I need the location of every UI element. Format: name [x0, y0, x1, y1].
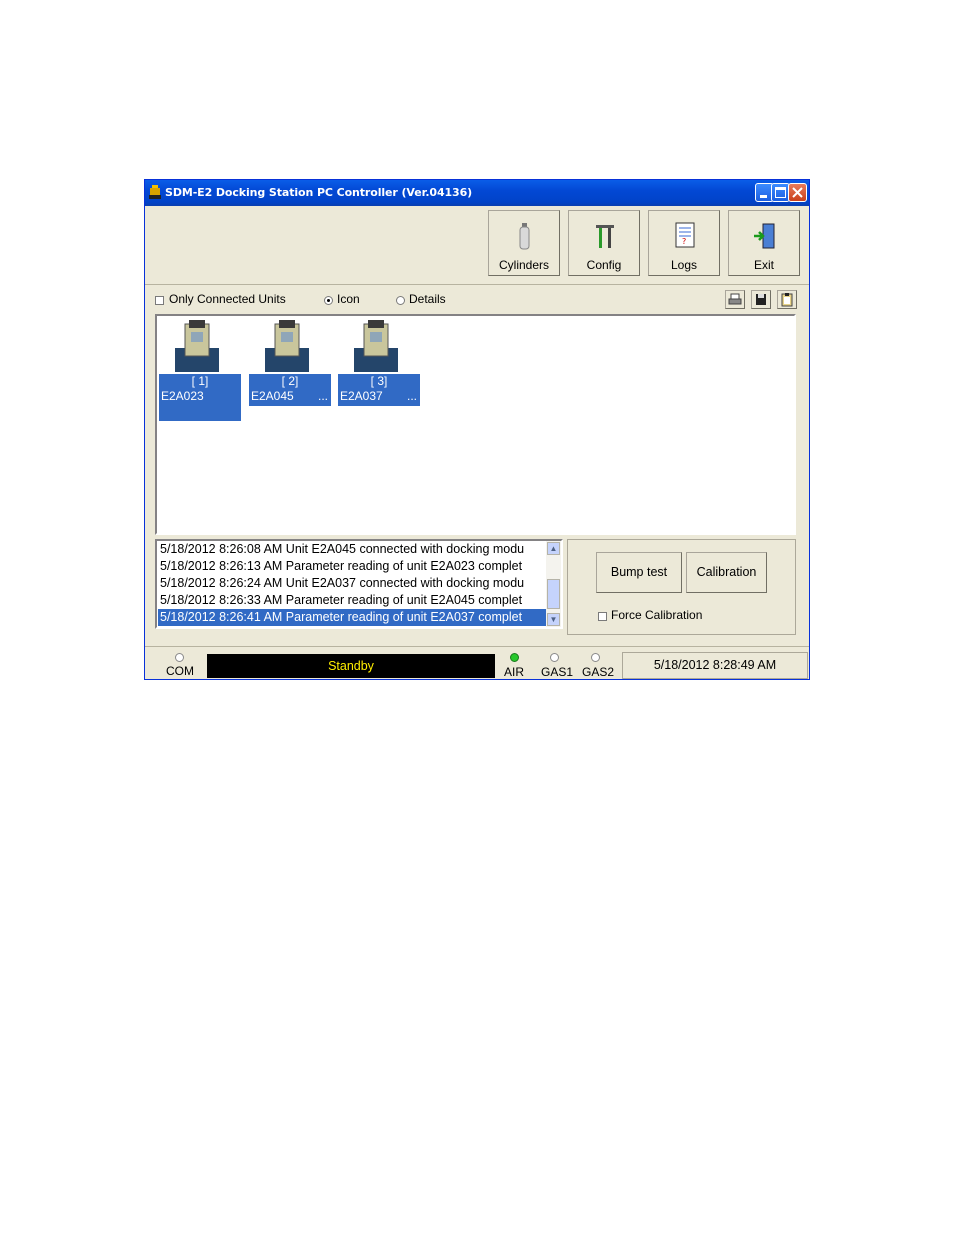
- unit-index: [ 2]: [281, 374, 299, 388]
- gas1-indicator-icon: [550, 653, 559, 662]
- exit-door-icon: [754, 223, 775, 249]
- status-bar: COM Standby AIR GAS1 GAS2 5/18/2012 8:28…: [145, 646, 809, 680]
- log-scrollbar[interactable]: ▲ ▼: [546, 541, 561, 627]
- docking-module-icon: [175, 320, 219, 372]
- svg-text:?: ?: [682, 237, 686, 246]
- save-button[interactable]: [751, 290, 771, 309]
- scroll-down-icon[interactable]: ▼: [547, 613, 560, 626]
- maximize-icon: [775, 187, 786, 198]
- logs-label: Logs: [670, 258, 698, 272]
- printer-icon: [728, 293, 742, 305]
- units-list[interactable]: [ 1] E2A023 [ 2] E2A045 ... [3] E2A037 …: [155, 314, 796, 535]
- tools-icon: [596, 225, 614, 248]
- scroll-up-icon[interactable]: ▲: [547, 542, 560, 555]
- app-icon: [149, 185, 161, 199]
- scroll-thumb[interactable]: [547, 579, 560, 609]
- bump-test-button[interactable]: Bump test: [596, 552, 682, 593]
- unit-name-row: E2A045 ...: [249, 389, 331, 404]
- log-line-selected[interactable]: 5/18/2012 8:26:41 AM Parameter reading o…: [158, 609, 546, 626]
- close-icon: [792, 187, 803, 198]
- log-book-icon: ?: [675, 222, 695, 248]
- log-line[interactable]: 5/18/2012 8:26:13 AM Parameter reading o…: [160, 558, 522, 575]
- gas2-indicator-icon: [591, 653, 600, 662]
- view-icon-label[interactable]: Icon: [337, 292, 360, 306]
- minimize-icon: [760, 195, 767, 198]
- unit-index: [ 1]: [191, 374, 209, 388]
- only-connected-checkbox[interactable]: [155, 296, 164, 305]
- clipboard-button[interactable]: [777, 290, 797, 309]
- unit-name: E2A045: [251, 389, 294, 403]
- status-display: Standby: [207, 654, 495, 678]
- event-log[interactable]: 5/18/2012 8:26:08 AM Unit E2A045 connect…: [155, 539, 563, 629]
- view-options: Only Connected Units Icon Details: [145, 290, 809, 310]
- gas1-label: GAS1: [541, 665, 574, 679]
- calibration-button[interactable]: Calibration: [686, 552, 767, 593]
- docking-module-icon: [265, 320, 309, 372]
- toolbar: Cylinders Config ? Logs Exit: [145, 206, 809, 285]
- log-line[interactable]: 5/18/2012 8:26:24 AM Unit E2A037 connect…: [160, 575, 524, 592]
- app-window: SDM-E2 Docking Station PC Controller (Ve…: [144, 179, 810, 680]
- unit-more: ...: [406, 389, 417, 403]
- unit-name: E2A037: [340, 389, 383, 403]
- air-indicator-icon: [510, 653, 519, 662]
- unit-name-row: E2A037 ...: [338, 389, 420, 404]
- unit-caption: [ 1] E2A023: [159, 374, 241, 421]
- cylinders-button[interactable]: Cylinders: [488, 210, 560, 276]
- gas2-label: GAS2: [582, 665, 615, 679]
- cylinders-label: Cylinders: [498, 258, 549, 272]
- close-button[interactable]: [788, 183, 807, 202]
- unit-index: [ 3]: [370, 374, 388, 388]
- exit-button[interactable]: Exit: [728, 210, 800, 276]
- config-label: Config: [586, 258, 622, 272]
- log-line[interactable]: 5/18/2012 8:26:33 AM Parameter reading o…: [160, 592, 522, 609]
- config-button[interactable]: Config: [568, 210, 640, 276]
- force-calibration-checkbox[interactable]: [598, 612, 607, 621]
- log-line[interactable]: 5/18/2012 8:26:08 AM Unit E2A045 connect…: [160, 541, 524, 558]
- com-label: COM: [166, 664, 194, 678]
- com-indicator-icon: [175, 653, 184, 662]
- clock-display: 5/18/2012 8:28:49 AM: [622, 652, 808, 679]
- floppy-disk-icon: [756, 294, 766, 305]
- unit-caption: [ 3] E2A037 ...: [338, 374, 420, 406]
- title-bar[interactable]: SDM-E2 Docking Station PC Controller (Ve…: [145, 180, 809, 206]
- unit-more: ...: [317, 389, 328, 403]
- air-label: AIR: [504, 665, 525, 679]
- exit-label: Exit: [753, 258, 774, 272]
- logs-button[interactable]: ? Logs: [648, 210, 720, 276]
- cylinder-icon: [519, 223, 530, 250]
- view-details-radio[interactable]: [396, 296, 405, 305]
- view-details-label[interactable]: Details: [409, 292, 446, 306]
- only-connected-label[interactable]: Only Connected Units: [169, 292, 286, 306]
- unit-caption: [ 2] E2A045 ...: [249, 374, 331, 406]
- window-title: SDM-E2 Docking Station PC Controller (Ve…: [165, 186, 473, 199]
- action-panel: Bump test Calibration Force Calibration: [567, 539, 796, 635]
- clipboard-icon: [781, 293, 793, 307]
- print-button[interactable]: [725, 290, 745, 309]
- unit-name: E2A023: [161, 389, 204, 403]
- docking-module-icon: [354, 320, 398, 372]
- force-calibration-label[interactable]: Force Calibration: [611, 608, 702, 622]
- view-icon-radio[interactable]: [324, 296, 333, 305]
